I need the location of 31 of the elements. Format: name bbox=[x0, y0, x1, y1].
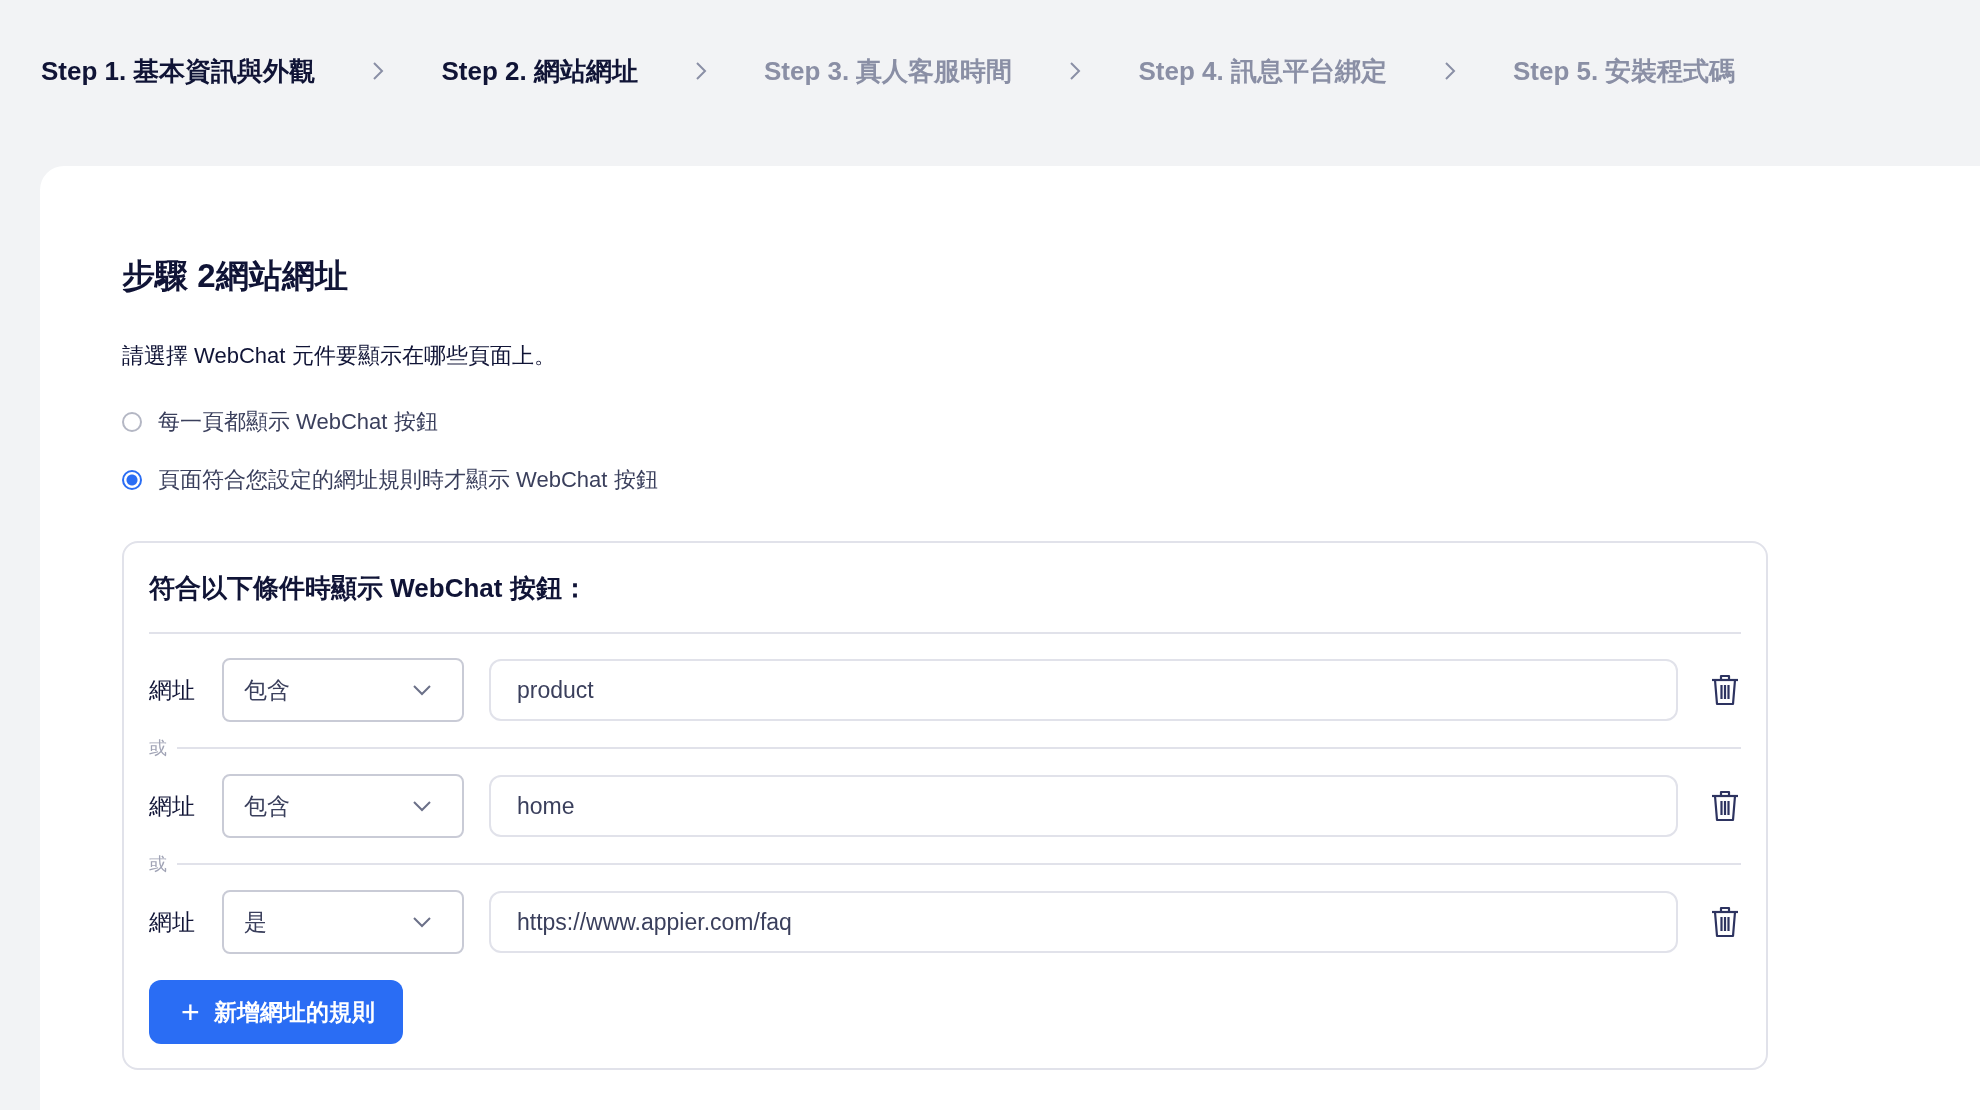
operator-dropdown[interactable]: 包含 bbox=[222, 658, 464, 722]
radio-button[interactable] bbox=[122, 470, 142, 490]
operator-dropdown[interactable]: 包含 bbox=[222, 774, 464, 838]
step-tab[interactable]: Step 1. 基本資訊與外觀 bbox=[41, 53, 316, 89]
trash-icon[interactable] bbox=[1710, 906, 1740, 938]
step-tab[interactable]: Step 2. 網站網址 bbox=[441, 53, 638, 89]
radio-button[interactable] bbox=[122, 412, 142, 432]
page-heading: 步驟 2網站網址 bbox=[122, 256, 349, 296]
or-label: 或 bbox=[149, 853, 167, 876]
url-input-field[interactable]: product bbox=[489, 659, 1678, 721]
url-input-field[interactable]: home bbox=[489, 775, 1678, 837]
chevron-right-icon bbox=[1442, 60, 1457, 82]
chevron-right-icon bbox=[1068, 60, 1083, 82]
chevron-down-icon bbox=[412, 916, 432, 928]
trash-icon[interactable] bbox=[1710, 674, 1740, 706]
url-input-field[interactable]: https://www.appier.com/faq bbox=[489, 891, 1678, 953]
chevron-down-icon bbox=[412, 684, 432, 696]
panel-title: 符合以下條件時顯示 WebChat 按鈕： bbox=[149, 571, 1741, 634]
chevron-right-icon bbox=[693, 60, 708, 82]
or-label: 或 bbox=[149, 737, 167, 760]
description-text: 請選擇 WebChat 元件要顯示在哪些頁面上。 bbox=[122, 342, 557, 370]
rule-label: 網址 bbox=[149, 907, 196, 937]
option-label: 每一頁都顯示 WebChat 按鈕 bbox=[158, 408, 438, 436]
operator-dropdown[interactable]: 是 bbox=[222, 890, 464, 954]
chevron-down-icon bbox=[412, 800, 432, 812]
chevron-right-icon bbox=[371, 60, 386, 82]
add-rule-button[interactable]: + 新增網址的規則 bbox=[149, 980, 403, 1044]
option-label: 頁面符合您設定的網址規則時才顯示 WebChat 按鈕 bbox=[158, 466, 658, 494]
trash-icon[interactable] bbox=[1710, 790, 1740, 822]
rule-label: 網址 bbox=[149, 675, 196, 705]
rule-label: 網址 bbox=[149, 791, 196, 821]
